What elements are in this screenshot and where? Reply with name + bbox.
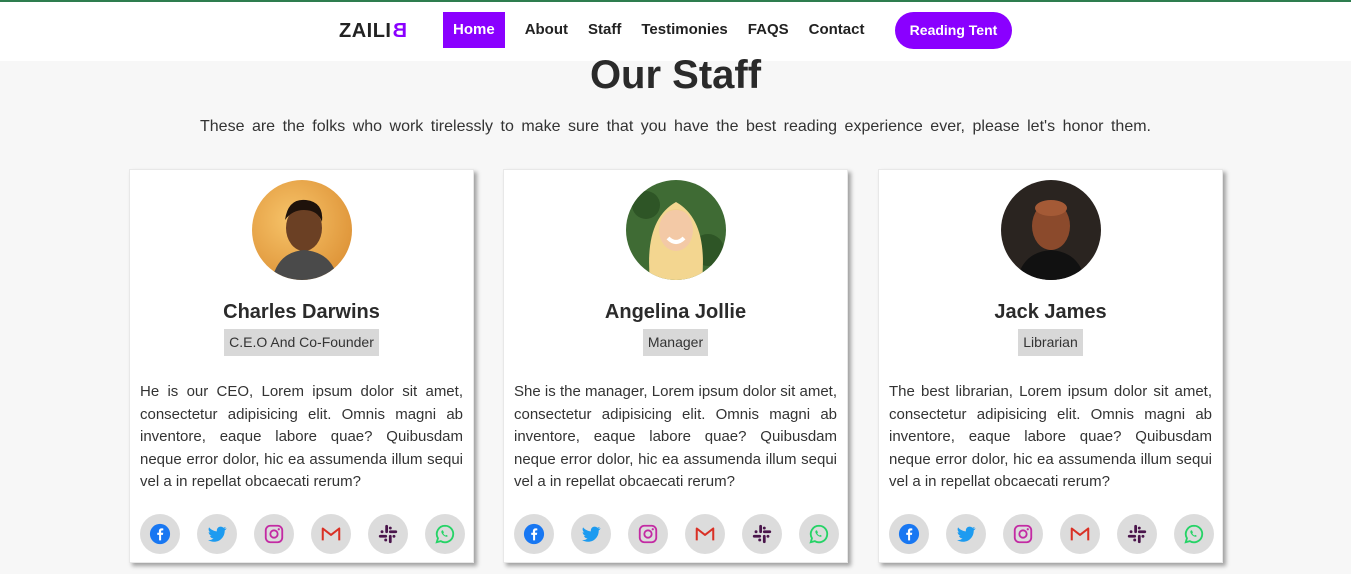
whatsapp-icon[interactable] <box>425 514 465 554</box>
avatar <box>626 180 726 280</box>
nav-link-testimonies[interactable]: Testimonies <box>631 12 737 48</box>
avatar <box>1001 180 1101 280</box>
avatar <box>252 180 352 280</box>
brand-logo[interactable]: ZAILI B <box>339 20 406 43</box>
social-links <box>140 514 465 554</box>
instagram-icon[interactable] <box>1003 514 1043 554</box>
section-subtitle: These are the folks who work tirelessly … <box>200 118 1151 135</box>
nav-link-contact[interactable]: Contact <box>799 12 875 48</box>
nav-link-home[interactable]: Home <box>443 12 505 48</box>
facebook-icon[interactable] <box>514 514 554 554</box>
staff-name: Angelina Jollie <box>604 301 747 323</box>
twitter-icon[interactable] <box>197 514 237 554</box>
staff-bio: He is our CEO, Lorem ipsum dolor sit ame… <box>140 383 463 490</box>
staff-role-badge: Librarian <box>1018 329 1083 356</box>
social-links <box>889 514 1214 554</box>
slack-icon[interactable] <box>742 514 782 554</box>
brand-text: ZAILI <box>339 20 392 42</box>
nav-links: Home About Staff Testimonies FAQS Contac… <box>443 12 874 48</box>
staff-role-badge: Manager <box>642 329 709 356</box>
staff-card: Jack James Librarian The best librarian,… <box>878 169 1223 563</box>
slack-icon[interactable] <box>368 514 408 554</box>
staff-card: Angelina Jollie Manager She is the manag… <box>503 169 848 563</box>
whatsapp-icon[interactable] <box>1174 514 1214 554</box>
gmail-icon[interactable] <box>1060 514 1100 554</box>
reading-tent-button[interactable]: Reading Tent <box>895 12 1012 49</box>
whatsapp-icon[interactable] <box>799 514 839 554</box>
facebook-icon[interactable] <box>140 514 180 554</box>
nav-link-staff[interactable]: Staff <box>578 12 631 48</box>
staff-role-badge: C.E.O And Co-Founder <box>224 329 379 356</box>
staff-bio: The best librarian, Lorem ipsum dolor si… <box>889 383 1212 490</box>
slack-icon[interactable] <box>1117 514 1157 554</box>
twitter-icon[interactable] <box>571 514 611 554</box>
nav-link-about[interactable]: About <box>515 12 578 48</box>
social-links <box>514 514 839 554</box>
staff-bio: She is the manager, Lorem ipsum dolor si… <box>514 383 837 490</box>
staff-card: Charles Darwins C.E.O And Co-Founder He … <box>129 169 474 563</box>
nav-link-faqs[interactable]: FAQS <box>738 12 799 48</box>
facebook-icon[interactable] <box>889 514 929 554</box>
gmail-icon[interactable] <box>311 514 351 554</box>
brand-flipped-letter: B <box>391 20 407 42</box>
twitter-icon[interactable] <box>946 514 986 554</box>
section-title: Our Staff <box>589 53 762 97</box>
instagram-icon[interactable] <box>628 514 668 554</box>
instagram-icon[interactable] <box>254 514 294 554</box>
staff-name: Jack James <box>994 301 1107 323</box>
staff-name: Charles Darwins <box>223 301 380 323</box>
gmail-icon[interactable] <box>685 514 725 554</box>
